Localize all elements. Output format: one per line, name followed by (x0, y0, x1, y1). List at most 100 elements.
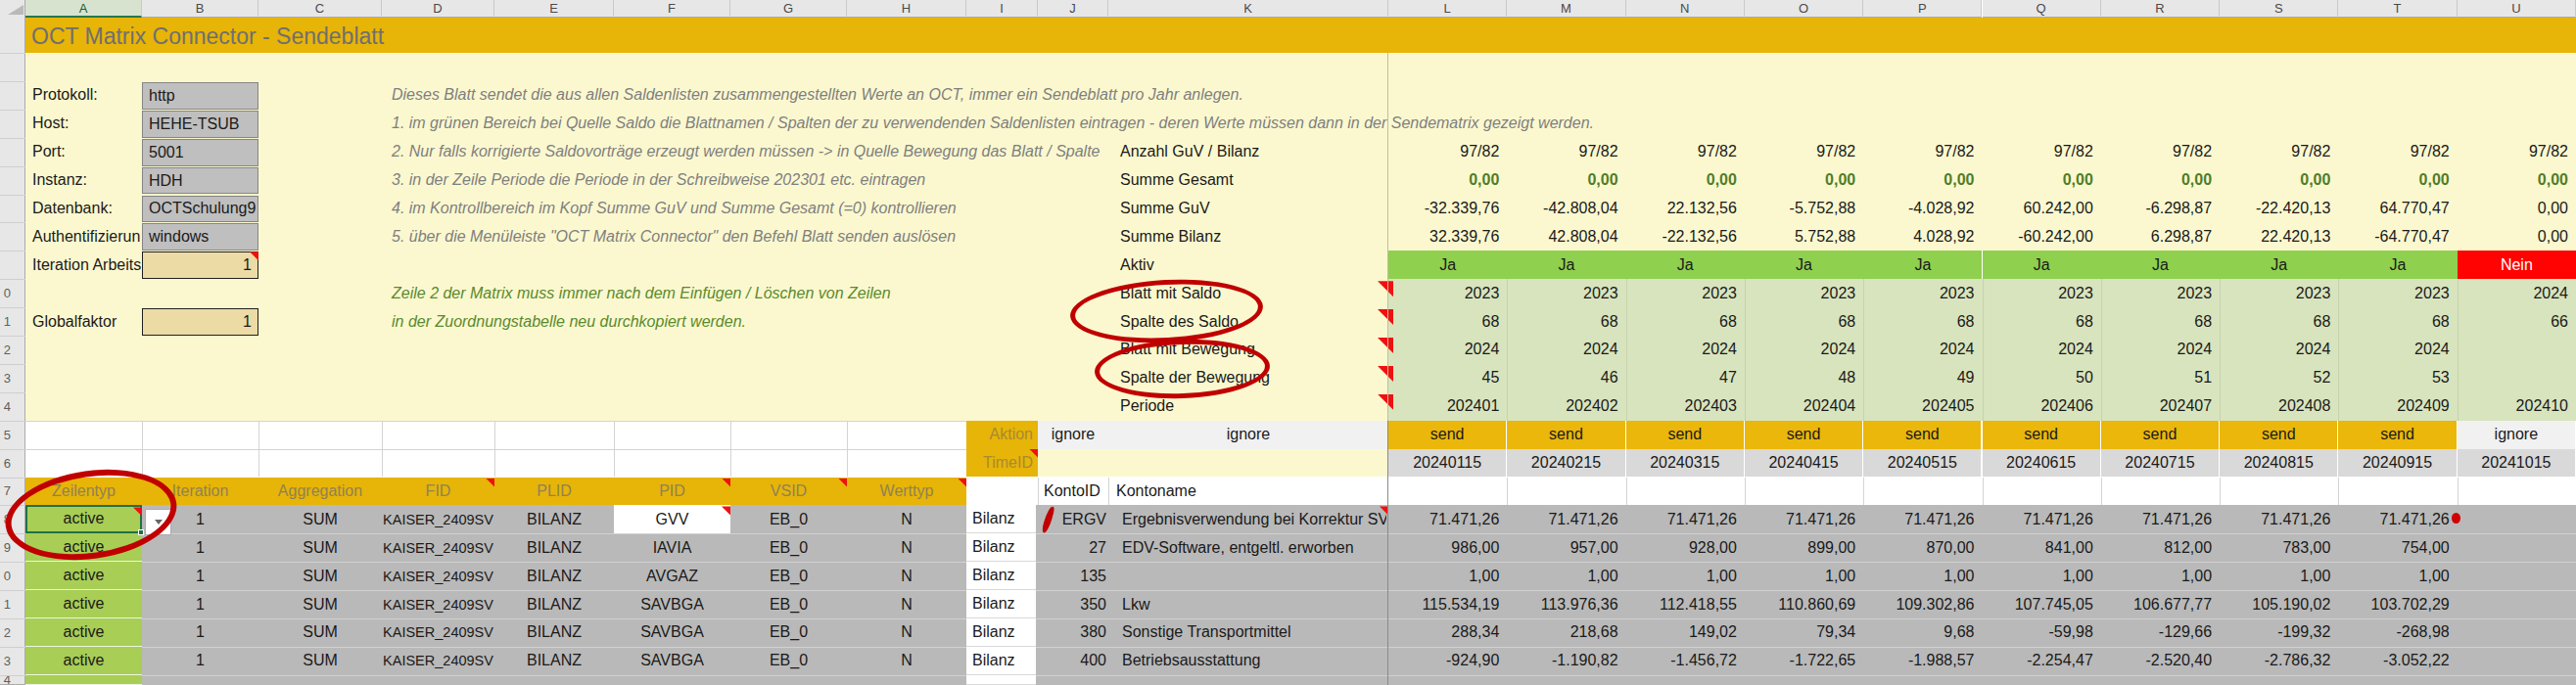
value-cell[interactable]: 106.677,77 (2101, 590, 2216, 618)
value-cell[interactable]: 71.471,26 (1507, 505, 1621, 533)
value-cell[interactable] (2220, 675, 2334, 685)
value-cell[interactable]: 107.745,05 (1983, 590, 2097, 618)
pid-cell[interactable]: AVGAZ (614, 562, 730, 590)
value-cell[interactable]: 1,00 (2220, 562, 2334, 590)
config-input-host[interactable]: HEHE-TSUB (142, 111, 258, 138)
quelle-value-blatt_saldo[interactable]: 2024 (2458, 279, 2572, 307)
zeilentyp-cell[interactable]: active (25, 647, 142, 675)
quelle-value-spalte_bewegung[interactable]: 50 (1983, 364, 2097, 392)
value-cell[interactable]: 110.860,69 (1745, 590, 1859, 618)
vsid-cell[interactable]: EB_0 (730, 618, 847, 647)
value-cell[interactable]: -3.052,22 (2338, 647, 2453, 675)
werttyp-cell[interactable]: N (847, 533, 966, 562)
fid-cell[interactable]: KAISER_2409SV (382, 562, 494, 590)
quelle-value-periode[interactable]: 202403 (1626, 392, 1741, 421)
value-cell[interactable]: -268,98 (2338, 618, 2453, 647)
value-cell[interactable]: 71.471,26 (2338, 505, 2453, 533)
pid-cell[interactable]: SAVBGA (614, 590, 730, 618)
column-header-D[interactable]: D (382, 0, 494, 18)
quelle-value-spalte_saldo[interactable]: 66 (2458, 307, 2572, 336)
quelle-value-blatt_saldo[interactable]: 2023 (1507, 279, 1621, 307)
vsid-cell[interactable]: EB_0 (730, 533, 847, 562)
quelle-value-spalte_saldo[interactable]: 68 (1388, 307, 1503, 336)
quelle-value-spalte_bewegung[interactable]: 51 (2101, 364, 2216, 392)
row-number[interactable]: 7 (0, 478, 11, 506)
value-cell[interactable]: 109.302,86 (1863, 590, 1978, 618)
aggregation-cell[interactable]: SUM (258, 618, 382, 647)
aggregation-cell[interactable]: SUM (258, 562, 382, 590)
quelle-value-spalte_saldo[interactable]: 68 (1626, 307, 1741, 336)
value-cell[interactable]: 1,00 (1388, 562, 1503, 590)
quelle-value-periode[interactable]: 202402 (1507, 392, 1621, 421)
zeilentyp-cell[interactable]: active (25, 562, 142, 590)
vsid-cell[interactable] (730, 675, 847, 685)
plid-cell[interactable]: BILANZ (494, 590, 614, 618)
quelle-value-spalte_saldo[interactable]: 68 (1863, 307, 1978, 336)
value-cell[interactable]: 105.190,02 (2220, 590, 2334, 618)
value-cell[interactable]: 71.471,26 (1863, 505, 1978, 533)
value-cell[interactable]: 957,00 (1507, 533, 1621, 562)
timeid-cell[interactable]: 20240515 (1863, 449, 1981, 478)
column-header-L[interactable]: L (1388, 0, 1507, 18)
row-number[interactable]: 3 (0, 364, 11, 392)
value-cell[interactable]: -2.254,47 (1983, 647, 2097, 675)
aktion-cell[interactable]: send (1626, 421, 1744, 449)
value-cell[interactable] (2458, 675, 2572, 685)
typ-cell[interactable]: Bilanz (966, 533, 1036, 562)
quelle-value-blatt_bewegung[interactable] (2458, 336, 2572, 364)
quelle-value-blatt_bewegung[interactable]: 2024 (1745, 336, 1859, 364)
kontoid-cell[interactable]: 27 (1038, 533, 1106, 562)
value-cell[interactable]: 841,00 (1983, 533, 2097, 562)
quelle-value-blatt_saldo[interactable]: 2023 (2220, 279, 2334, 307)
quelle-value-blatt_saldo[interactable]: 2023 (2338, 279, 2453, 307)
aktiv-cell[interactable]: Ja (1626, 251, 1745, 279)
kontoname-cell[interactable]: Ergebnisverwendung bei Korrektur SV (1116, 505, 1386, 533)
aktion-cell[interactable]: send (2101, 421, 2219, 449)
werttyp-cell[interactable]: N (847, 505, 966, 533)
quelle-value-spalte_saldo[interactable]: 68 (2338, 307, 2453, 336)
value-cell[interactable]: 812,00 (2101, 533, 2216, 562)
vsid-cell[interactable]: EB_0 (730, 647, 847, 675)
row-number[interactable]: 6 (0, 449, 11, 478)
value-cell[interactable]: 288,34 (1388, 618, 1503, 647)
timeid-cell[interactable]: 20240915 (2338, 449, 2456, 478)
config-input-port[interactable]: 5001 (142, 139, 258, 166)
aktiv-cell[interactable]: Ja (2220, 251, 2338, 279)
vsid-cell[interactable]: EB_0 (730, 562, 847, 590)
aktiv-cell[interactable]: Ja (1745, 251, 1863, 279)
fid-cell[interactable] (382, 675, 494, 685)
value-cell[interactable] (2338, 675, 2453, 685)
value-cell[interactable]: 1,00 (1507, 562, 1621, 590)
iteration-cell[interactable]: 1 (142, 618, 258, 647)
aktion-cell[interactable]: send (1507, 421, 1624, 449)
value-cell[interactable]: 9,68 (1863, 618, 1978, 647)
value-cell[interactable]: -199,32 (2220, 618, 2334, 647)
quelle-value-periode[interactable]: 202405 (1863, 392, 1978, 421)
vsid-cell[interactable]: EB_0 (730, 590, 847, 618)
quelle-value-blatt_saldo[interactable]: 2023 (2101, 279, 2216, 307)
werttyp-cell[interactable]: N (847, 618, 966, 647)
quelle-value-blatt_saldo[interactable]: 2023 (1626, 279, 1741, 307)
plid-cell[interactable]: BILANZ (494, 647, 614, 675)
value-cell[interactable]: -2.786,32 (2220, 647, 2334, 675)
aktion-cell[interactable]: ignore (2458, 421, 2575, 449)
column-header-K[interactable]: K (1108, 0, 1388, 18)
typ-cell[interactable]: Bilanz (966, 618, 1036, 647)
row-number[interactable]: 1 (0, 590, 11, 618)
quelle-value-spalte_bewegung[interactable] (2458, 364, 2572, 392)
iteration-cell[interactable]: 1 (142, 562, 258, 590)
value-cell[interactable]: 754,00 (2338, 533, 2453, 562)
quelle-value-blatt_bewegung[interactable]: 2024 (2338, 336, 2453, 364)
value-cell[interactable]: 71.471,26 (1388, 505, 1503, 533)
column-header-C[interactable]: C (258, 0, 382, 18)
typ-cell[interactable]: Bilanz (966, 562, 1036, 590)
value-cell[interactable]: -2.520,40 (2101, 647, 2216, 675)
aggregation-cell[interactable] (258, 675, 382, 685)
typ-cell[interactable]: Bilanz (966, 505, 1036, 533)
column-header-T[interactable]: T (2338, 0, 2457, 18)
fid-cell[interactable]: KAISER_2409SV (382, 590, 494, 618)
aktiv-cell[interactable]: Ja (2338, 251, 2457, 279)
zeilentyp-cell[interactable] (25, 675, 142, 685)
value-cell[interactable]: 71.471,26 (1745, 505, 1859, 533)
timeid-cell[interactable]: 20240215 (1507, 449, 1624, 478)
